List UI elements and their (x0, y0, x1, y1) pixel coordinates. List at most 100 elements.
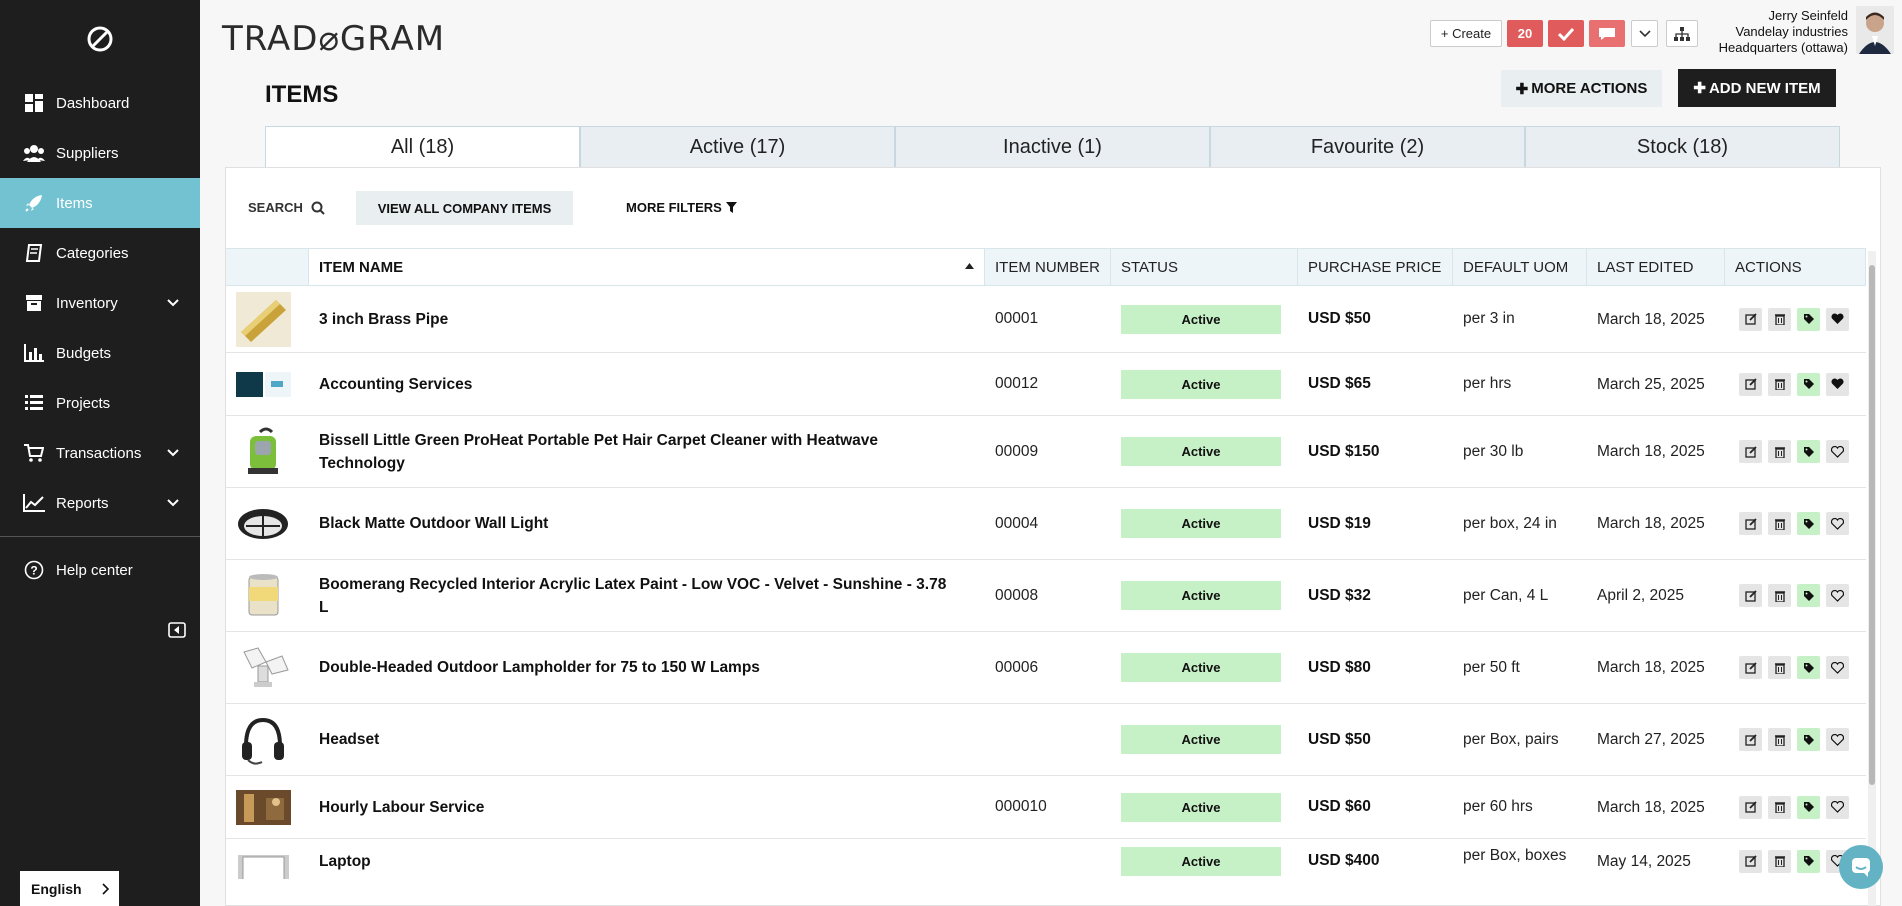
more-dropdown-button[interactable] (1631, 20, 1658, 47)
table-row[interactable]: 3 inch Brass Pipe 00001 Active USD $50 p… (226, 286, 1866, 353)
column-header-item-number[interactable]: ITEM NUMBER (985, 249, 1111, 285)
column-header-item-name[interactable]: ITEM NAME (309, 249, 985, 285)
view-all-company-items-button[interactable]: VIEW ALL COMPANY ITEMS (356, 191, 573, 225)
avatar[interactable] (1856, 6, 1894, 54)
sidebar-item-help-center[interactable]: ? Help center (0, 545, 200, 595)
delete-button[interactable] (1768, 440, 1791, 463)
table-row[interactable]: Boomerang Recycled Interior Acrylic Late… (226, 560, 1866, 632)
table-row[interactable]: Double-Headed Outdoor Lampholder for 75 … (226, 632, 1866, 704)
tab-inactive[interactable]: Inactive (1) (895, 126, 1210, 168)
tab-favourite[interactable]: Favourite (2) (1210, 126, 1525, 168)
favourite-button[interactable] (1826, 584, 1849, 607)
tab-stock[interactable]: Stock (18) (1525, 126, 1840, 168)
edit-icon (1744, 517, 1757, 530)
delete-button[interactable] (1768, 656, 1791, 679)
more-actions-button[interactable]: ✚ MORE ACTIONS (1501, 70, 1662, 107)
delete-button[interactable] (1768, 849, 1791, 873)
user-info[interactable]: Jerry Seinfeld Vandelay industries Headq… (1719, 8, 1848, 56)
delete-button[interactable] (1768, 584, 1791, 607)
edit-button[interactable] (1739, 372, 1762, 396)
item-name[interactable]: Boomerang Recycled Interior Acrylic Late… (309, 560, 985, 631)
sidebar-item-transactions[interactable]: Transactions (0, 428, 200, 478)
edit-button[interactable] (1739, 728, 1762, 751)
column-header-default-uom[interactable]: DEFAULT UOM (1453, 249, 1587, 285)
add-new-item-button[interactable]: ✚ ADD NEW ITEM (1678, 69, 1836, 107)
delete-button[interactable] (1768, 728, 1791, 751)
favourite-button[interactable] (1826, 440, 1849, 463)
delete-button[interactable] (1768, 307, 1791, 331)
search-toggle[interactable]: SEARCH (248, 200, 325, 215)
tag-button[interactable] (1797, 307, 1820, 331)
tradogram-logo-icon (87, 26, 113, 52)
item-name[interactable]: Headset (309, 704, 985, 775)
table-row[interactable]: Laptop Active USD $400 per Box, boxes Ma… (226, 839, 1866, 883)
favourite-button[interactable] (1826, 728, 1849, 751)
table-scrollbar-thumb[interactable] (1869, 265, 1875, 785)
sidebar-item-items[interactable]: Items (0, 178, 200, 228)
app-logo[interactable] (0, 0, 200, 78)
tag-icon (1803, 802, 1814, 812)
delete-button[interactable] (1768, 372, 1791, 396)
create-button[interactable]: + Create (1430, 20, 1502, 47)
favourite-button[interactable] (1826, 307, 1849, 331)
sidebar-item-inventory[interactable]: Inventory (0, 278, 200, 328)
edit-button[interactable] (1739, 795, 1762, 819)
language-selector[interactable]: English (20, 871, 119, 906)
support-chat-button[interactable] (1839, 845, 1883, 889)
notification-badge[interactable]: 20 (1507, 20, 1543, 47)
collapse-sidebar-button[interactable] (168, 622, 186, 638)
sidebar-item-budgets[interactable]: Budgets (0, 328, 200, 378)
item-name[interactable]: Accounting Services (309, 353, 985, 415)
table-row[interactable]: Hourly Labour Service 000010 Active USD … (226, 776, 1866, 839)
last-edited: March 18, 2025 (1597, 659, 1705, 676)
messages-button[interactable] (1589, 20, 1625, 47)
item-name[interactable]: Double-Headed Outdoor Lampholder for 75 … (309, 632, 985, 703)
tag-button[interactable] (1797, 440, 1820, 463)
sidebar-item-projects[interactable]: Projects (0, 378, 200, 428)
edit-button[interactable] (1739, 512, 1762, 535)
favourite-button[interactable] (1826, 795, 1849, 819)
table-row[interactable]: Accounting Services 00012 Active USD $65… (226, 353, 1866, 416)
favourite-button[interactable] (1826, 372, 1849, 396)
table-row[interactable]: Bissell Little Green ProHeat Portable Pe… (226, 416, 1866, 488)
delete-button[interactable] (1768, 512, 1791, 535)
delete-button[interactable] (1768, 795, 1791, 819)
sidebar-item-dashboard[interactable]: Dashboard (0, 78, 200, 128)
tag-button[interactable] (1797, 728, 1820, 751)
edit-button[interactable] (1739, 849, 1762, 873)
item-name[interactable]: Bissell Little Green ProHeat Portable Pe… (309, 416, 985, 487)
tag-button[interactable] (1797, 512, 1820, 535)
edit-button[interactable] (1739, 307, 1762, 331)
table-row[interactable]: Black Matte Outdoor Wall Light 00004 Act… (226, 488, 1866, 560)
column-header-status[interactable]: STATUS (1111, 249, 1298, 285)
tag-button[interactable] (1797, 849, 1820, 873)
edit-button[interactable] (1739, 584, 1762, 607)
more-filters-button[interactable]: MORE FILTERS (626, 200, 737, 215)
tag-button[interactable] (1797, 795, 1820, 819)
sidebar-item-suppliers[interactable]: Suppliers (0, 128, 200, 178)
tab-all[interactable]: All (18) (265, 126, 580, 168)
brand-logo[interactable]: TRAD⌀GRAM (222, 19, 445, 59)
column-header-last-edited[interactable]: LAST EDITED (1587, 249, 1725, 285)
approvals-button[interactable] (1548, 20, 1584, 47)
favourite-button[interactable] (1826, 656, 1849, 679)
table-row[interactable]: Headset Active USD $50 per Box, pairs Ma… (226, 704, 1866, 776)
sidebar-item-reports[interactable]: Reports (0, 478, 200, 528)
tag-button[interactable] (1797, 372, 1820, 396)
edit-button[interactable] (1739, 440, 1762, 463)
favourite-button[interactable] (1826, 512, 1849, 535)
item-name[interactable]: Hourly Labour Service (309, 776, 985, 838)
org-chart-button[interactable] (1666, 20, 1698, 47)
last-edited: March 18, 2025 (1597, 310, 1705, 328)
column-header-purchase-price[interactable]: PURCHASE PRICE (1298, 249, 1453, 285)
status-badge: Active (1121, 304, 1281, 334)
tag-button[interactable] (1797, 584, 1820, 607)
trash-icon (1774, 379, 1785, 390)
tag-button[interactable] (1797, 656, 1820, 679)
sidebar-item-categories[interactable]: Categories (0, 228, 200, 278)
tab-active[interactable]: Active (17) (580, 126, 895, 168)
item-name[interactable]: Black Matte Outdoor Wall Light (309, 488, 985, 559)
edit-button[interactable] (1739, 656, 1762, 679)
item-name[interactable]: 3 inch Brass Pipe (309, 286, 985, 352)
item-name[interactable]: Laptop (309, 839, 985, 883)
